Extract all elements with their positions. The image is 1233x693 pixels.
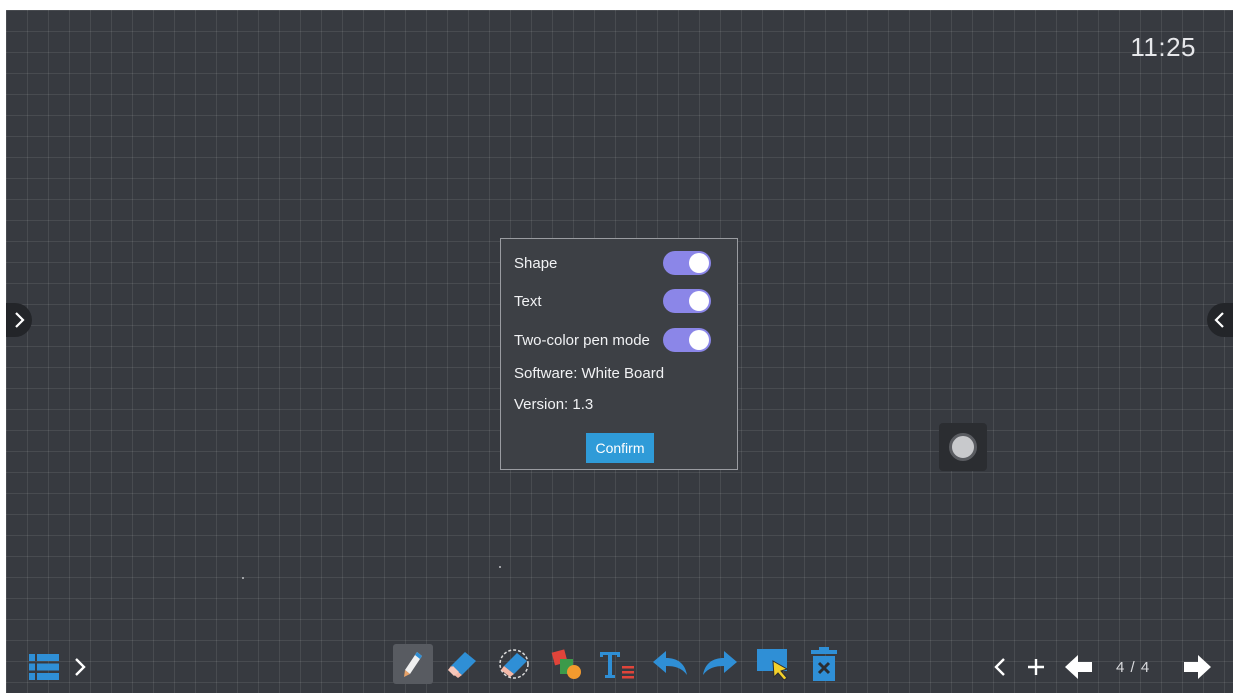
version-info: Version: 1.3: [514, 396, 594, 413]
option-label: Text: [514, 292, 542, 310]
trash-icon: [811, 647, 837, 681]
option-row-shape: Shape: [514, 251, 711, 275]
floating-menu-button[interactable]: [939, 423, 987, 471]
forward-page-button[interactable]: [1180, 650, 1214, 684]
plus-icon: [1028, 659, 1044, 675]
clear-button[interactable]: [804, 644, 844, 684]
eraser-icon: [448, 652, 476, 678]
area-eraser-tool[interactable]: [494, 644, 534, 684]
ink-dot: [242, 577, 244, 579]
undo-button[interactable]: [650, 644, 690, 684]
two-color-pen-toggle[interactable]: [663, 328, 711, 352]
chevron-right-icon: [15, 312, 25, 328]
text-tool[interactable]: [597, 644, 637, 684]
left-panel-toggle[interactable]: [6, 303, 32, 337]
chevron-left-icon: [1214, 312, 1224, 328]
shape-toggle[interactable]: [663, 251, 711, 275]
toggle-knob: [689, 330, 709, 350]
undo-icon: [653, 651, 687, 675]
software-info: Software: White Board: [514, 365, 665, 382]
expand-toolbar-button[interactable]: [68, 650, 92, 684]
option-label: Shape: [514, 254, 558, 272]
previous-page-button[interactable]: [990, 650, 1010, 684]
area-eraser-icon: [499, 649, 529, 679]
whiteboard-canvas[interactable]: 11:25 Shape Text Two-color pen mode Soft…: [6, 10, 1233, 693]
page-indicator: 4 / 4: [1116, 659, 1151, 676]
redo-button[interactable]: [700, 644, 740, 684]
back-page-button[interactable]: [1062, 650, 1096, 684]
chevron-left-icon: [994, 658, 1005, 676]
redo-icon: [703, 651, 737, 675]
select-tool[interactable]: [753, 644, 793, 684]
settings-dialog: Shape Text Two-color pen mode Software: …: [500, 238, 738, 470]
eraser-tool[interactable]: [442, 644, 482, 684]
option-row-two-color-pen: Two-color pen mode: [514, 328, 711, 352]
text-toggle[interactable]: [663, 289, 711, 313]
pen-tool[interactable]: [393, 644, 433, 684]
shapes-tool[interactable]: [545, 644, 585, 684]
arrow-right-icon: [1184, 655, 1211, 679]
circle-icon: [949, 433, 977, 461]
right-panel-toggle[interactable]: [1207, 303, 1233, 337]
list-icon: [29, 654, 59, 680]
option-row-text: Text: [514, 289, 711, 313]
shapes-icon: [551, 649, 581, 679]
page-list-button[interactable]: [28, 650, 60, 684]
chevron-right-icon: [75, 658, 86, 676]
toggle-knob: [689, 253, 709, 273]
select-icon: [757, 649, 789, 681]
text-icon: [600, 652, 634, 679]
pen-icon: [404, 652, 422, 677]
clock: 11:25: [1130, 32, 1196, 62]
ink-dot: [499, 566, 501, 568]
option-label: Two-color pen mode: [514, 331, 650, 349]
confirm-button[interactable]: Confirm: [586, 433, 654, 463]
arrow-left-icon: [1065, 655, 1092, 679]
toggle-knob: [689, 291, 709, 311]
add-page-button[interactable]: [1024, 650, 1048, 684]
